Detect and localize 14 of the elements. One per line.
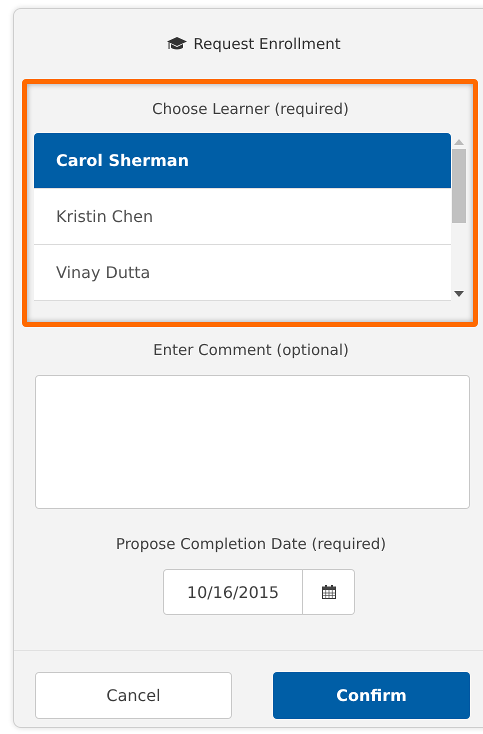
field-label: Propose Completion Date (required) [114,535,388,553]
calendar-icon [322,585,336,599]
field-label: Enter Comment (optional) [152,341,350,359]
field-label: Choose Learner (required) [152,100,349,118]
cancel-button[interactable]: Cancel [35,672,232,719]
dialog-title: Request Enrollment [193,35,341,53]
date-field[interactable]: 10/16/2015 [163,569,303,615]
scroll-up-icon[interactable] [454,139,464,145]
learner-option[interactable]: Carol Sherman [34,133,451,189]
graduation-cap-icon [167,37,188,51]
comment-field[interactable] [35,375,470,509]
calendar-button[interactable] [303,569,355,615]
scroll-down-icon[interactable] [454,291,464,297]
confirm-button[interactable]: Confirm [273,672,470,719]
